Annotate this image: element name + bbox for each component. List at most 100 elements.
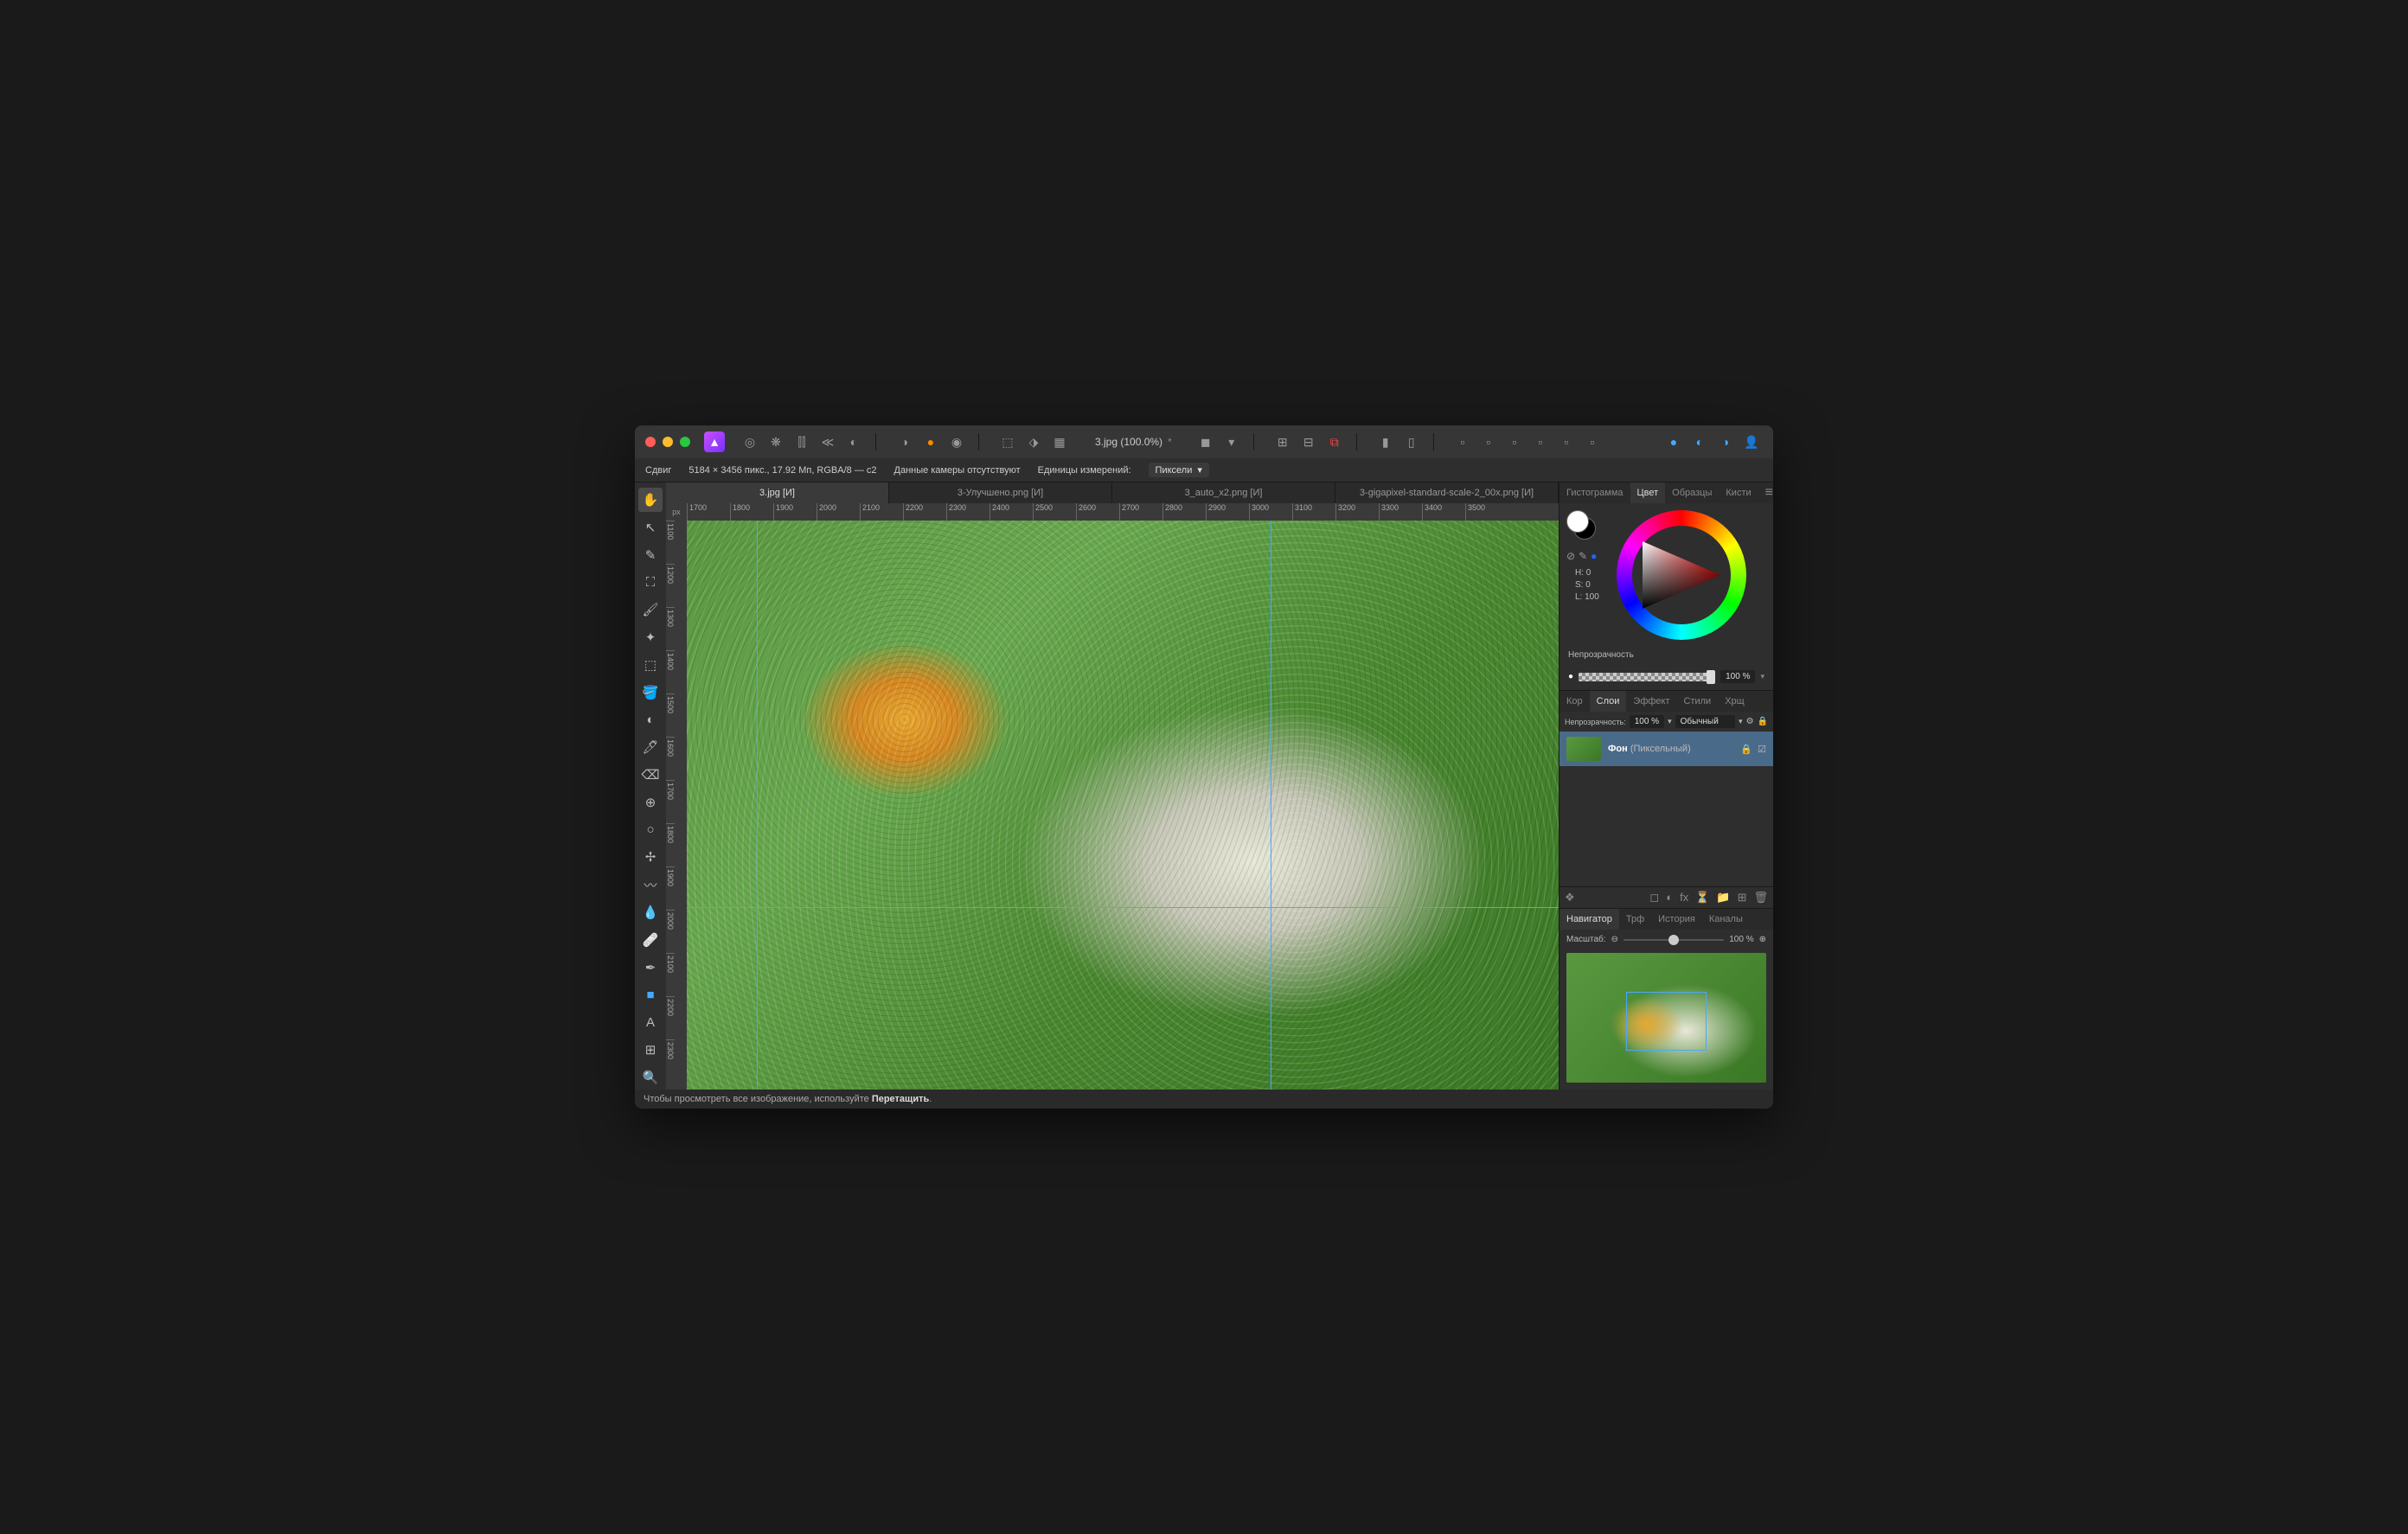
- paint-brush-tool[interactable]: 🖊: [638, 735, 663, 759]
- zoom-slider[interactable]: [1623, 939, 1724, 941]
- persona-export-icon[interactable]: ◐: [842, 431, 865, 453]
- tab-swatches[interactable]: Образцы: [1665, 483, 1719, 503]
- adjustment-curves-icon[interactable]: ◉: [945, 431, 968, 453]
- tab-effects[interactable]: Эффект: [1626, 691, 1676, 712]
- preview-icon[interactable]: ◑: [1714, 431, 1737, 453]
- tab-layers[interactable]: Слои: [1590, 691, 1627, 712]
- blend-ranges-icon[interactable]: ❖: [1565, 891, 1575, 904]
- inpainting-tool[interactable]: ✢: [638, 846, 663, 870]
- zoom-in-button[interactable]: ⊕: [1759, 935, 1766, 944]
- align-top-icon[interactable]: ▫: [1529, 431, 1552, 453]
- pen-tool[interactable]: ✒: [638, 956, 663, 980]
- group-icon[interactable]: 📁: [1716, 891, 1730, 904]
- snap-icon[interactable]: ⧉: [1323, 431, 1346, 453]
- foreground-color-swatch[interactable]: [1566, 510, 1589, 533]
- clone-tool[interactable]: ⊕: [638, 790, 663, 815]
- persona-liquify-icon[interactable]: ❋: [765, 431, 787, 453]
- navigator-viewport-rect[interactable]: [1626, 992, 1706, 1051]
- align-middle-icon[interactable]: ▫: [1555, 431, 1578, 453]
- tab-histogram[interactable]: Гистограмма: [1559, 483, 1630, 503]
- close-window-button[interactable]: [645, 437, 656, 447]
- healing-tool[interactable]: 🩹: [638, 928, 663, 952]
- align-center-icon[interactable]: ▫: [1477, 431, 1500, 453]
- selection-marquee-icon[interactable]: ⬚: [996, 431, 1019, 453]
- quick-mask-icon[interactable]: ●: [1662, 431, 1685, 453]
- assistant-icon[interactable]: ◐: [1688, 431, 1711, 453]
- adjustment-levels-icon[interactable]: ●: [919, 431, 942, 453]
- horizontal-guide[interactable]: [687, 907, 1559, 908]
- flood-fill-tool[interactable]: 🪣: [638, 681, 663, 705]
- canvas[interactable]: [687, 521, 1559, 1090]
- hand-tool[interactable]: ✋: [638, 488, 663, 512]
- opacity-value[interactable]: 100 %: [1720, 670, 1755, 683]
- document-tab[interactable]: 3.jpg [И]: [666, 483, 889, 503]
- adjustment-icon[interactable]: ◐: [1666, 891, 1673, 904]
- layer-item[interactable]: Фон (Пиксельный) 🔒 ☑: [1559, 732, 1773, 766]
- layer-opacity-value[interactable]: 100 %: [1630, 715, 1664, 728]
- document-tab[interactable]: 3_auto_x2.png [И]: [1112, 483, 1335, 503]
- arrange-back-icon[interactable]: ▯: [1400, 431, 1423, 453]
- zoom-tool[interactable]: 🔍: [638, 1065, 663, 1090]
- lock-icon[interactable]: 🔒: [1740, 744, 1752, 755]
- gradient-tool[interactable]: ◐: [638, 708, 663, 732]
- tab-adjustments[interactable]: Кор: [1559, 691, 1590, 712]
- selection-refine-icon[interactable]: ⬗: [1022, 431, 1045, 453]
- blend-mode-dropdown[interactable]: Обычный: [1675, 715, 1735, 728]
- align-right-icon[interactable]: ▫: [1503, 431, 1526, 453]
- navigator-preview[interactable]: [1566, 953, 1766, 1083]
- panel-menu-icon[interactable]: ≡: [1758, 485, 1773, 501]
- eyedropper-icon[interactable]: ✎: [1579, 550, 1587, 562]
- color-swatch-pair[interactable]: [1566, 510, 1598, 541]
- opacity-slider[interactable]: [1579, 673, 1715, 681]
- marquee-tool[interactable]: ⬚: [638, 653, 663, 677]
- visibility-checkbox[interactable]: ☑: [1758, 744, 1766, 755]
- zoom-value[interactable]: 100 %: [1729, 935, 1753, 944]
- adjustment-bw-icon[interactable]: ◑: [893, 431, 916, 453]
- chevron-down-icon[interactable]: ▾: [1668, 717, 1672, 726]
- chevron-down-icon[interactable]: ▾: [1739, 717, 1743, 726]
- persona-photo-icon[interactable]: ◎: [739, 431, 761, 453]
- dodge-tool[interactable]: ○: [638, 818, 663, 842]
- guides-icon[interactable]: ⊟: [1297, 431, 1320, 453]
- smudge-tool[interactable]: 〰: [638, 872, 663, 897]
- tab-channels[interactable]: Каналы: [1702, 909, 1750, 930]
- gear-icon[interactable]: ⚙: [1746, 717, 1754, 726]
- crop-icon[interactable]: ◼: [1194, 431, 1217, 453]
- delete-layer-icon[interactable]: 🗑: [1753, 891, 1768, 904]
- erase-tool[interactable]: ⌫: [638, 763, 663, 787]
- ruler-unit-label[interactable]: px: [666, 503, 687, 521]
- tab-color[interactable]: Цвет: [1630, 483, 1666, 503]
- dropdown-icon[interactable]: ▾: [1220, 431, 1243, 453]
- minimize-window-button[interactable]: [663, 437, 673, 447]
- selection-mask-icon[interactable]: ▦: [1048, 431, 1071, 453]
- recent-color-icon[interactable]: ●: [1591, 550, 1597, 562]
- tab-noise[interactable]: Хрщ: [1718, 691, 1752, 712]
- mesh-warp-tool[interactable]: ⊞: [638, 1038, 663, 1062]
- arrange-front-icon[interactable]: ▮: [1374, 431, 1397, 453]
- zoom-out-button[interactable]: ⊖: [1611, 935, 1618, 944]
- color-triangle[interactable]: [1643, 541, 1720, 609]
- fx-icon[interactable]: fx: [1680, 891, 1688, 904]
- live-filter-icon[interactable]: ⏳: [1695, 891, 1709, 904]
- units-dropdown[interactable]: Пиксели▾: [1149, 463, 1209, 477]
- opacity-dropdown-icon[interactable]: ▾: [1760, 672, 1764, 681]
- add-layer-icon[interactable]: ⊞: [1738, 891, 1747, 904]
- move-tool[interactable]: ↖: [638, 515, 663, 540]
- blur-tool[interactable]: 💧: [638, 900, 663, 924]
- align-left-icon[interactable]: ▫: [1451, 431, 1474, 453]
- horizontal-ruler[interactable]: 1700180019002000210022002300240025002600…: [687, 503, 1559, 521]
- account-icon[interactable]: 👤: [1740, 431, 1763, 453]
- tab-history[interactable]: История: [1651, 909, 1702, 930]
- no-color-icon[interactable]: ⊘: [1566, 550, 1575, 562]
- document-tab[interactable]: 3-Улучшено.png [И]: [889, 483, 1112, 503]
- magic-wand-tool[interactable]: ✦: [638, 625, 663, 649]
- crop-tool[interactable]: ⛶: [638, 570, 663, 594]
- rectangle-tool[interactable]: ■: [638, 983, 663, 1007]
- align-bottom-icon[interactable]: ▫: [1581, 431, 1604, 453]
- mask-icon[interactable]: ◻: [1649, 891, 1659, 904]
- grid-icon[interactable]: ⊞: [1271, 431, 1294, 453]
- tab-brushes[interactable]: Кисти: [1719, 483, 1758, 503]
- persona-tone-icon[interactable]: ≪: [817, 431, 839, 453]
- color-wheel[interactable]: [1617, 510, 1746, 640]
- document-tab[interactable]: 3-gigapixel-standard-scale-2_00x.png [И]: [1335, 483, 1559, 503]
